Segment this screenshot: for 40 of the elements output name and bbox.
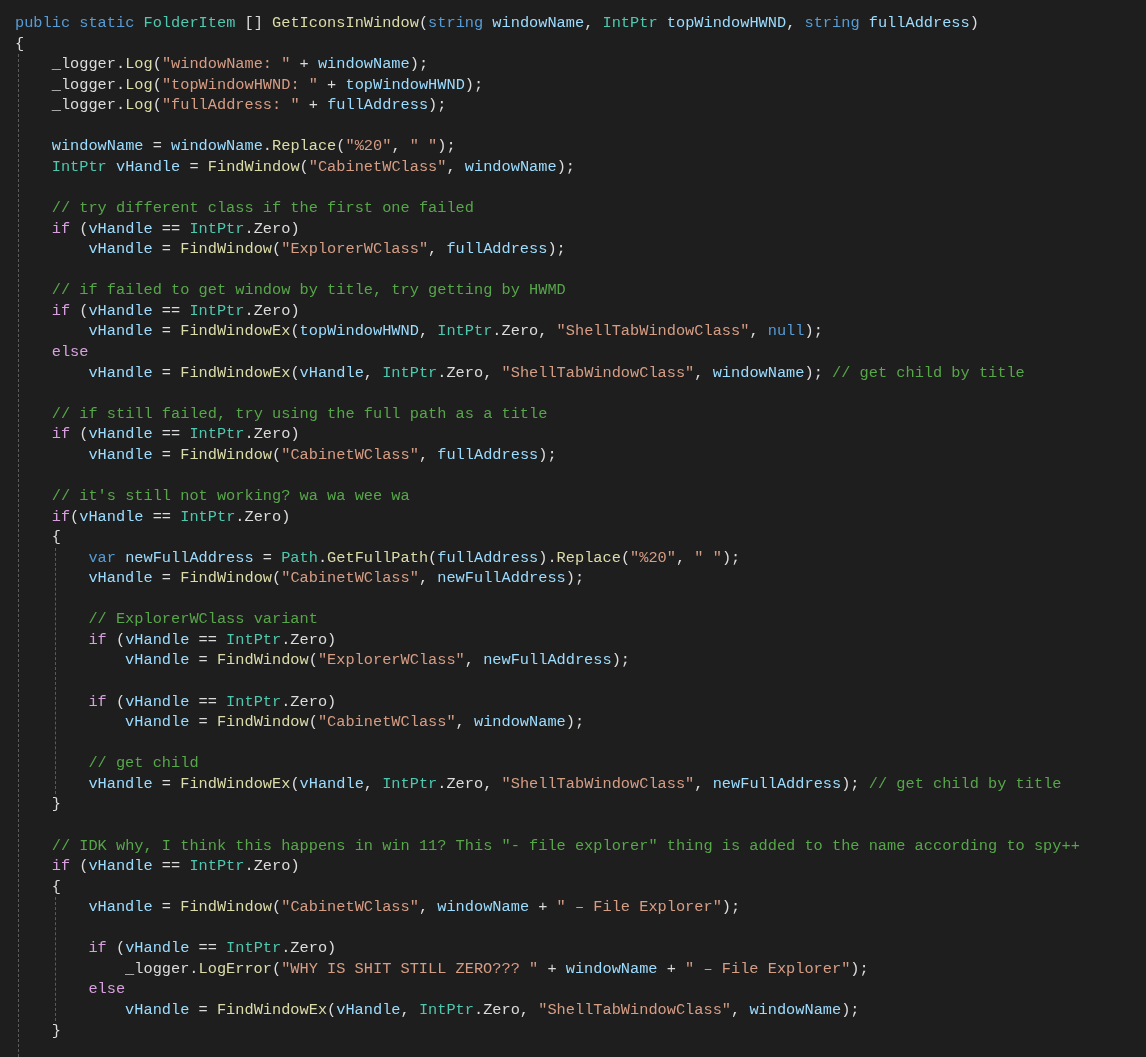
code-line: else [51,342,90,363]
code-line: if (vHandle == IntPtr.Zero) [88,691,338,713]
code-line: vHandle = FindWindow("ExplorerWClass", fullAddress); [88,239,567,260]
code-line: if(vHandle == IntPtr.Zero) [51,506,292,528]
code-line: vHandle = FindWindow("CabinetWClass", fullAddress); [88,444,558,466]
code-line: { [51,876,62,898]
code-line: // if still failed, try using the full path as a title [51,403,549,425]
code-line: if (vHandle == IntPtr.Zero) [51,856,301,877]
code-line: vHandle = FindWindowEx(vHandle, IntPtr.Zero, "ShellTabWindowClass", windowName); [125,1000,861,1021]
code-line: // IDK why, I think this happens in win 11? This "- file explorer" thing is added to the name according to spy++ [51,835,1081,857]
code-line: _logger.Log("fullAddress: " + fullAddress); [51,95,448,116]
code-line: vHandle = FindWindow("ExplorerWClass", newFullAddress); [125,650,631,671]
code-line: // it's still not working? wa wa wee wa [51,485,411,507]
code-line: if (vHandle == IntPtr.Zero) [88,938,338,959]
code-line: _logger.Log("windowName: " + windowName); [51,54,430,75]
code-line: vHandle = FindWindowEx(topWindowHWND, IntPtr.Zero, "ShellTabWindowClass", null); [88,321,824,342]
code-line: if (vHandle == IntPtr.Zero) [88,629,338,651]
code-line: windowName = windowName.Replace("%20", " "); [51,136,457,157]
code-line: vHandle = FindWindow("CabinetWClass", windowName); [125,712,586,733]
code-line: if (vHandle == IntPtr.Zero) [51,300,301,322]
code-line: var newFullAddress = Path.GetFullPath(fullAddress).Replace("%20", " "); [88,547,742,569]
code-line: vHandle = FindWindowEx(vHandle, IntPtr.Zero, "ShellTabWindowClass", newFullAddress); // get child by title [88,773,1063,795]
code-line: vHandle = FindWindow("CabinetWClass", newFullAddress); [88,568,586,589]
code-line: // if failed to get window by title, try getting by HWMD [51,280,567,301]
code-line: if (vHandle == IntPtr.Zero) [51,218,301,240]
code-line: // try different class if the first one failed [51,198,475,219]
code-line: vHandle = FindWindowEx(vHandle, IntPtr.Zero, "ShellTabWindowClass", windowName); // get child by title [88,362,1026,384]
code-line: vHandle = FindWindow("CabinetWClass", windowName + " – File Explorer"); [88,897,742,918]
code-line: } [51,794,62,815]
code-line: IntPtr vHandle = FindWindow("CabinetWClass", windowName); [51,156,576,178]
code-line: // ExplorerWClass variant [88,609,319,630]
code-line: // get child [88,753,200,774]
code-line: public static FolderItem [] GetIconsInWindow(string windowName, IntPtr topWindowHWND, string fullAddress) [15,13,980,34]
code-line: else [88,979,127,1000]
code-line: if (vHandle == IntPtr.Zero) [51,424,301,445]
code-line: { [15,33,26,55]
code-line: _logger.LogError("WHY IS SHIT STILL ZERO??? " + windowName + " – File Explorer"); [125,958,870,980]
code-line: _logger.Log("topWindowHWND: " + topWindowHWND); [51,74,485,96]
code-line: { [51,527,62,548]
code-line: } [51,1020,62,1042]
